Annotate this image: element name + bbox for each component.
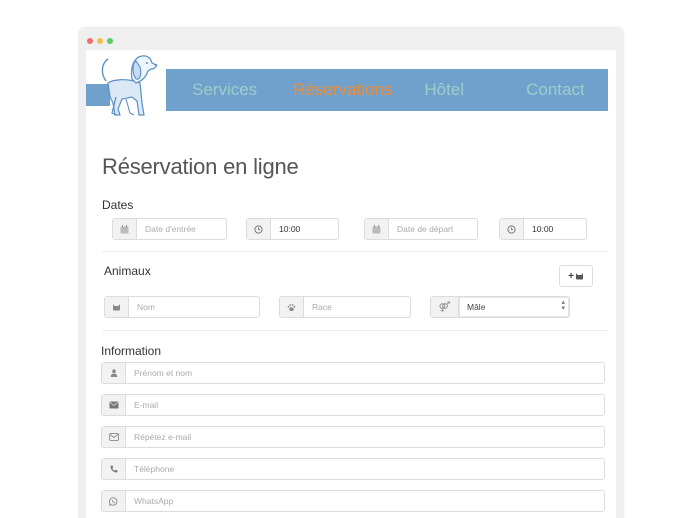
departure-date-input[interactable] (389, 219, 477, 239)
window-controls (87, 38, 113, 44)
page-viewport: Services Réservations Hôtel Contact Rése… (86, 50, 616, 518)
email-input[interactable] (126, 395, 604, 415)
minimize-window-button[interactable] (97, 38, 103, 44)
envelope-icon (102, 395, 126, 415)
whatsapp-icon (102, 491, 126, 511)
repeat-email-group (101, 426, 605, 448)
browser-window: Services Réservations Hôtel Contact Rése… (78, 27, 624, 518)
close-window-button[interactable] (87, 38, 93, 44)
animal-breed-input[interactable] (304, 297, 410, 317)
animal-breed-group (279, 296, 411, 318)
pet-icon (105, 297, 129, 317)
animal-name-group (104, 296, 260, 318)
arrival-date-input[interactable] (137, 219, 226, 239)
nav-item-reservations[interactable]: Réservations (293, 80, 392, 100)
calendar-icon (365, 219, 389, 239)
calendar-icon (113, 219, 137, 239)
clock-icon (500, 219, 524, 239)
arrival-date-group (112, 218, 227, 240)
clock-icon (247, 219, 271, 239)
phone-icon (102, 459, 126, 479)
information-section-label: Information (101, 344, 162, 358)
phone-group (101, 458, 605, 480)
paw-icon (280, 297, 304, 317)
envelope-outline-icon (102, 427, 126, 447)
repeat-email-input[interactable] (126, 427, 604, 447)
site-header: Services Réservations Hôtel Contact (86, 69, 616, 111)
phone-input[interactable] (126, 459, 604, 479)
user-icon (102, 363, 126, 383)
animal-sex-group: ⚤ Mâle ▴ ▾ (430, 296, 570, 318)
whatsapp-input[interactable] (126, 491, 604, 511)
maximize-window-button[interactable] (107, 38, 113, 44)
dog-logo-icon[interactable] (96, 53, 160, 119)
animal-sex-select[interactable]: Mâle (459, 297, 569, 317)
email-group (101, 394, 605, 416)
whatsapp-group (101, 490, 605, 512)
animal-name-input[interactable] (129, 297, 259, 317)
animals-section-label: Animaux (104, 264, 151, 278)
full-name-input[interactable] (126, 363, 604, 383)
departure-time-input[interactable] (524, 219, 586, 239)
page-title: Réservation en ligne (102, 154, 299, 179)
arrival-time-group (246, 218, 339, 240)
stage: Services Réservations Hôtel Contact Rése… (0, 0, 682, 518)
departure-time-group (499, 218, 587, 240)
section-divider (102, 251, 608, 252)
gender-icon: ⚤ (431, 297, 459, 317)
plus-icon: + (568, 270, 574, 282)
nav-item-services[interactable]: Services (192, 80, 257, 100)
dates-section-label: Dates (102, 198, 134, 212)
section-divider (102, 330, 608, 331)
pet-icon (575, 273, 583, 280)
arrival-time-input[interactable] (271, 219, 338, 239)
main-nav: Services Réservations Hôtel Contact (166, 69, 608, 111)
nav-item-contact[interactable]: Contact (526, 80, 585, 100)
add-animal-button[interactable]: + (559, 265, 593, 287)
nav-item-hotel[interactable]: Hôtel (424, 80, 464, 100)
select-arrows-icon: ▴ ▾ (561, 299, 565, 312)
departure-date-group (364, 218, 478, 240)
full-name-group (101, 362, 605, 384)
